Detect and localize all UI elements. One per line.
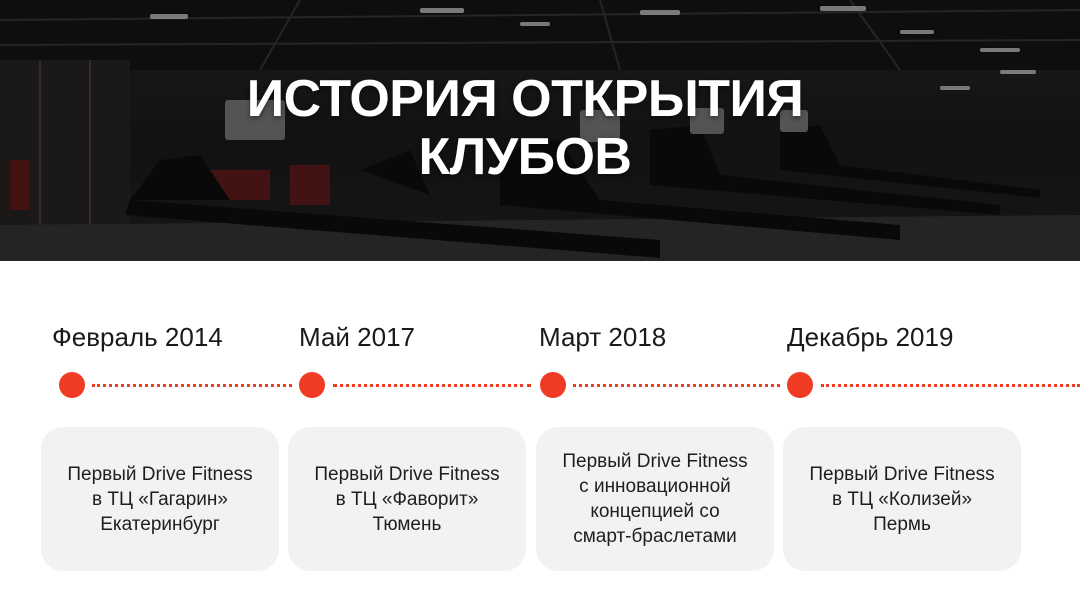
card-3-line-3: концепцией со bbox=[590, 501, 720, 522]
card-3-line-2: с инновационной bbox=[579, 476, 731, 497]
hero-banner: ИСТОРИЯ ОТКРЫТИЯ КЛУБОВ bbox=[0, 0, 1080, 261]
timeline-card-2: Первый Drive Fitness в ТЦ «Фаворит» Тюме… bbox=[288, 427, 526, 571]
timeline-dot-1 bbox=[59, 372, 85, 398]
card-2-line-2: в ТЦ «Фаворит» bbox=[335, 488, 479, 510]
title-line-1: ИСТОРИЯ ОТКРЫТИЯ bbox=[246, 70, 804, 128]
timeline-connector-2 bbox=[333, 384, 531, 387]
timeline-date-3: Март 2018 bbox=[539, 322, 667, 352]
timeline-card-1: Первый Drive Fitness в ТЦ «Гагарин» Екат… bbox=[41, 427, 279, 571]
card-4-line-3: Пермь bbox=[873, 513, 931, 535]
timeline-connector-3 bbox=[573, 384, 780, 387]
timeline-card-4: Первый Drive Fitness в ТЦ «Колизей» Перм… bbox=[783, 427, 1021, 571]
card-3-line-1: Первый Drive Fitness bbox=[562, 451, 748, 472]
card-3-line-4: смарт-браслетами bbox=[573, 526, 737, 547]
timeline-dot-2 bbox=[299, 372, 325, 398]
card-4-line-1: Первый Drive Fitness bbox=[809, 463, 995, 485]
card-4-line-2: в ТЦ «Колизей» bbox=[831, 488, 973, 510]
timeline-dot-4 bbox=[787, 372, 813, 398]
card-1-line-1: Первый Drive Fitness bbox=[67, 463, 253, 485]
card-1-line-2: в ТЦ «Гагарин» bbox=[91, 488, 228, 510]
timeline-date-2: Май 2017 bbox=[299, 322, 415, 352]
card-2-line-1: Первый Drive Fitness bbox=[314, 463, 500, 485]
timeline-date-4: Декабрь 2019 bbox=[787, 322, 954, 352]
timeline-dot-3 bbox=[540, 372, 566, 398]
timeline-connector-1 bbox=[92, 384, 292, 387]
title-line-2: КЛУБОВ bbox=[418, 128, 632, 186]
card-1-line-3: Екатеринбург bbox=[100, 513, 220, 535]
page-title: ИСТОРИЯ ОТКРЫТИЯ КЛУБОВ bbox=[0, 70, 1050, 186]
card-2-line-3: Тюмень bbox=[372, 513, 442, 535]
timeline-card-3: Первый Drive Fitness с инновационной кон… bbox=[536, 427, 774, 571]
timeline-date-1: Февраль 2014 bbox=[52, 322, 223, 352]
timeline-connector-4 bbox=[821, 384, 1080, 387]
